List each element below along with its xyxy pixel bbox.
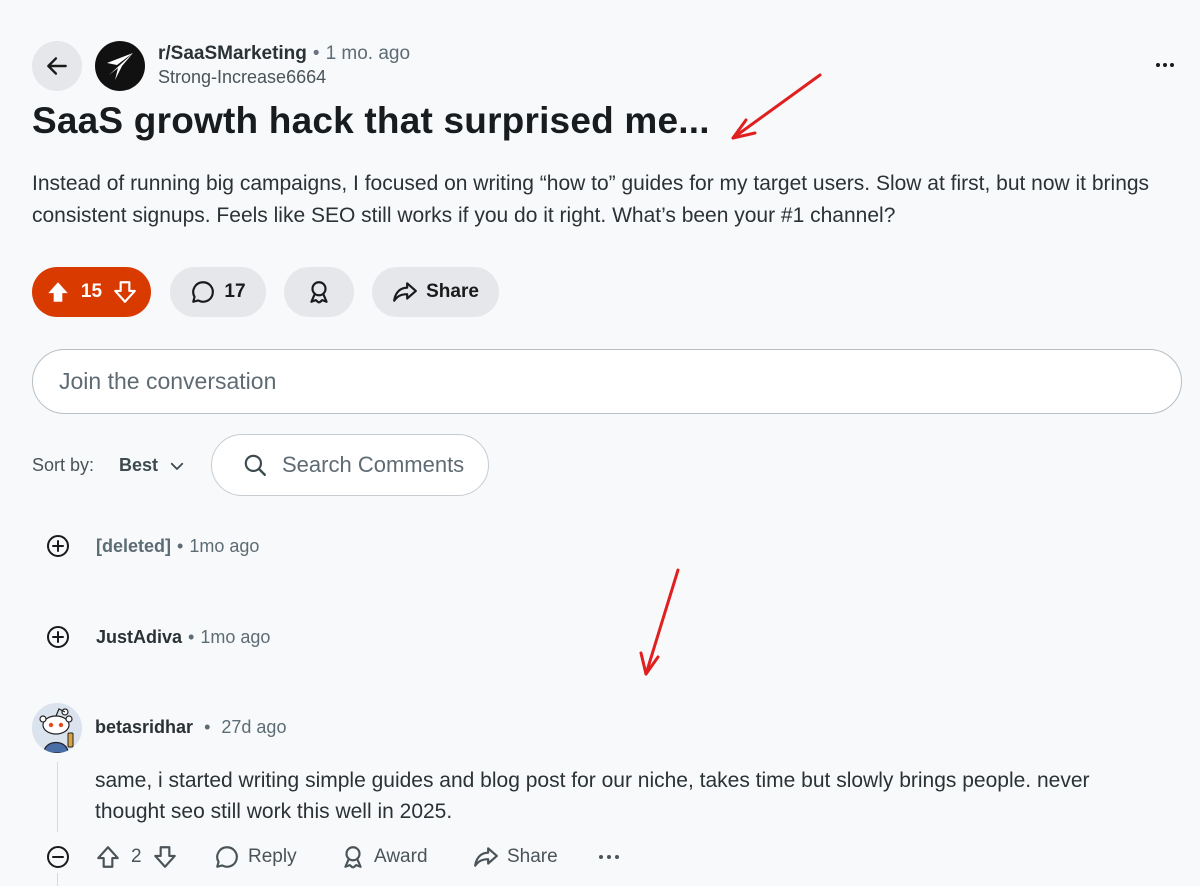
comment-collapsed: [deleted] • 1mo ago	[46, 534, 259, 558]
thread-line[interactable]	[57, 762, 58, 832]
comment-icon	[192, 281, 215, 303]
award-button[interactable]	[284, 267, 354, 317]
subreddit-name[interactable]: r/SaaSMarketing	[158, 43, 307, 65]
comment-more-button[interactable]	[599, 842, 619, 872]
join-conversation-input[interactable]: Join the conversation	[32, 349, 1182, 414]
annotation-arrow	[639, 568, 680, 676]
vote-control: 15	[32, 267, 151, 317]
comment-vote-count: 2	[131, 846, 142, 867]
collapse-minus-icon[interactable]	[46, 845, 70, 869]
post-age: 1 mo. ago	[325, 43, 411, 64]
comment-award-button[interactable]: Award	[340, 842, 428, 872]
comment-author[interactable]: betasridhar	[95, 717, 193, 737]
share-icon	[393, 282, 418, 302]
back-button[interactable]	[32, 41, 82, 91]
comment-header: betasridhar • 27d ago	[95, 717, 286, 738]
share-icon	[474, 847, 498, 867]
comment-body: same, i started writing simple guides an…	[95, 769, 1090, 823]
avatar[interactable]	[32, 703, 82, 753]
snoo-avatar-icon	[32, 703, 82, 753]
post-title: SaaS growth hack that surprised me...	[32, 100, 710, 141]
comment-icon	[216, 846, 238, 868]
chevron-down-icon	[170, 462, 184, 470]
more-options-button[interactable]	[1150, 52, 1180, 78]
comment-time: 1mo ago	[189, 535, 260, 556]
downvote-icon[interactable]	[152, 844, 178, 870]
downvote-icon[interactable]	[112, 279, 138, 305]
sort-value: Best	[119, 455, 159, 475]
more-icon	[1156, 63, 1174, 67]
sort-label: Sort by:	[32, 455, 95, 475]
subreddit-avatar[interactable]	[95, 41, 145, 91]
comments-button[interactable]: 17	[170, 267, 266, 317]
comment-separator: •	[188, 626, 195, 647]
comment-share-label: Share	[507, 846, 558, 867]
expand-plus-icon[interactable]	[46, 625, 70, 649]
comment-separator: •	[204, 717, 211, 737]
vote-count: 15	[80, 281, 103, 302]
search-comments-placeholder: Search Comments	[282, 452, 465, 477]
comment-vote-control: 2	[95, 842, 178, 872]
search-icon	[244, 454, 266, 476]
upvote-icon[interactable]	[95, 844, 121, 870]
annotation-arrow	[731, 73, 822, 140]
comment-time: 1mo ago	[200, 626, 271, 647]
post-meta: r/SaaSMarketing • 1 mo. ago	[158, 43, 410, 65]
comments-count: 17	[224, 281, 246, 302]
subreddit-logo-icon	[107, 53, 133, 80]
comment-author: [deleted]	[96, 535, 172, 556]
reply-button[interactable]: Reply	[214, 842, 297, 872]
share-label: Share	[426, 281, 479, 302]
expand-plus-icon[interactable]	[46, 534, 70, 558]
search-comments-input[interactable]: Search Comments	[211, 434, 489, 496]
more-icon	[599, 855, 619, 859]
share-button[interactable]: Share	[372, 267, 499, 317]
award-icon	[310, 281, 328, 304]
comment-separator: •	[177, 535, 184, 556]
join-conversation-placeholder: Join the conversation	[59, 368, 277, 394]
thread-line[interactable]	[57, 873, 58, 886]
comment-collapsed: JustAdiva • 1mo ago	[46, 625, 270, 649]
reply-label: Reply	[248, 846, 297, 867]
meta-separator: •	[312, 43, 320, 64]
post-body: Instead of running big campaigns, I focu…	[32, 172, 1150, 227]
comment-time: 27d ago	[221, 717, 287, 737]
upvote-icon[interactable]	[45, 279, 71, 305]
sort-dropdown[interactable]: Best	[119, 455, 186, 476]
post-author[interactable]: Strong-Increase6664	[158, 67, 326, 88]
back-arrow-icon	[47, 57, 67, 75]
comment-author[interactable]: JustAdiva	[96, 627, 182, 648]
comment-share-button[interactable]: Share	[473, 842, 558, 872]
award-icon	[344, 846, 362, 869]
award-label: Award	[374, 846, 428, 867]
